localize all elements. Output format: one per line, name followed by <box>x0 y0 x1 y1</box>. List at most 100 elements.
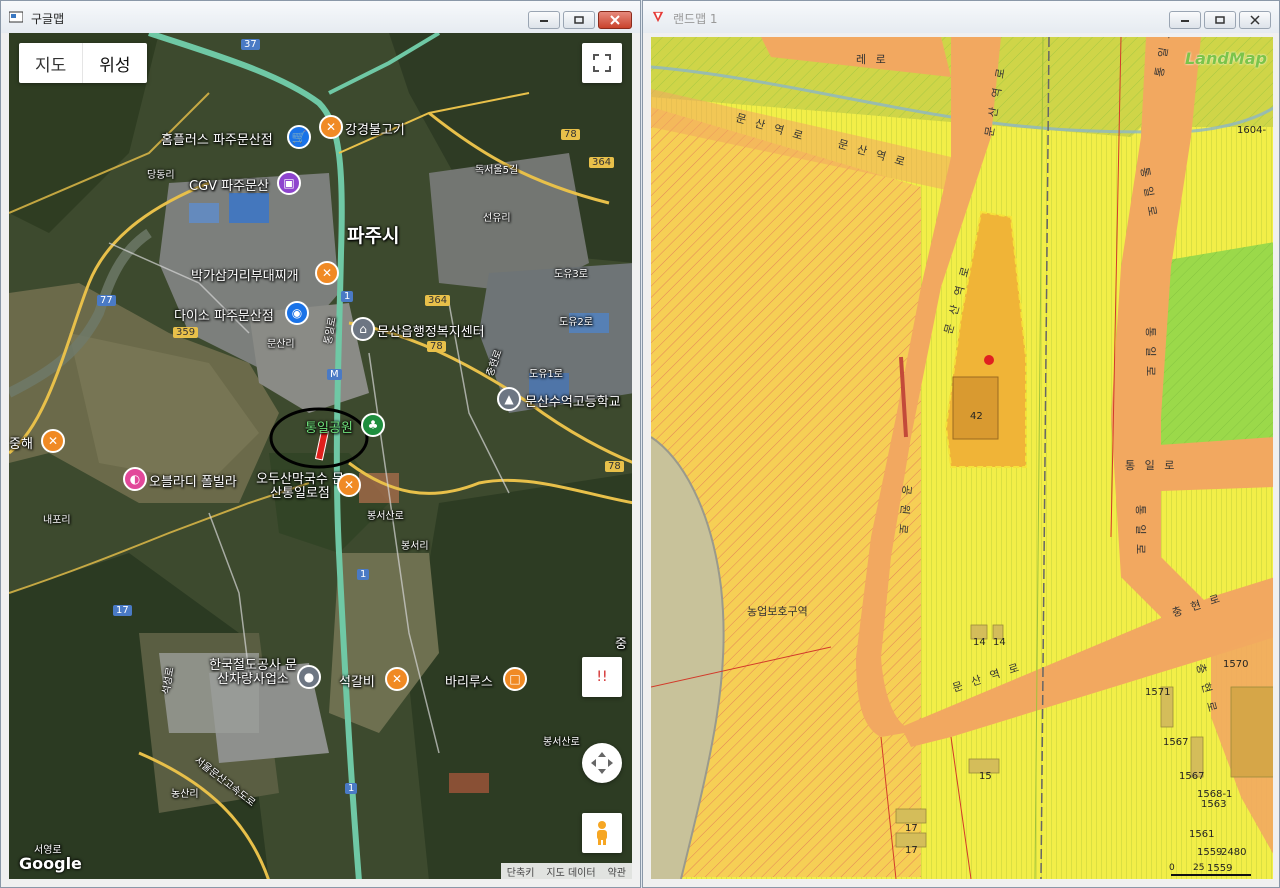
restaurant-icon[interactable]: ✕ <box>337 473 361 497</box>
map-label-seokgalbi[interactable]: 석갈비 <box>339 671 375 690</box>
map-label-seonyu: 선유리 <box>483 213 511 224</box>
transit-icon[interactable]: ● <box>297 665 321 689</box>
route-shield: 78 <box>605 461 624 472</box>
school-icon[interactable]: ▲ <box>497 387 521 411</box>
landmap-window: 랜드맵 1 LandMap 농업보호구역 레 로 문 산 역 로 문 산 역 로… <box>642 0 1280 888</box>
map-label-bongseo: 봉서리 <box>401 541 429 552</box>
close-icon <box>610 15 620 25</box>
restaurant-icon[interactable]: ✕ <box>315 261 339 285</box>
pan-control[interactable] <box>582 743 622 783</box>
maximize-button[interactable] <box>1204 11 1236 29</box>
shortcuts-link[interactable]: 단축키 <box>501 863 541 879</box>
map-label-cgv[interactable]: CGV 파주문산 <box>189 175 269 194</box>
lodging-icon[interactable]: ◐ <box>123 467 147 491</box>
restaurant-icon[interactable]: ✕ <box>385 667 409 691</box>
satellite-map[interactable]: 파주시 홈플러스 파주문산점 강경불고기 CGV 파주문산 박가삼거리부대찌개 … <box>9 33 632 879</box>
route-shield: 17 <box>113 605 132 616</box>
fullscreen-button[interactable] <box>582 43 622 83</box>
map-label-junghae[interactable]: 중해 <box>9 433 33 452</box>
restaurant-icon[interactable]: ✕ <box>319 115 343 139</box>
scale-start: 0 <box>1169 863 1175 873</box>
terms-link[interactable]: 약관 <box>602 863 632 879</box>
route-shield: 359 <box>173 327 199 338</box>
maximize-icon <box>1215 16 1225 24</box>
title-bar[interactable]: 랜드맵 1 <box>643 1 1279 33</box>
attribution-bar: 단축키 지도 데이터 약관 <box>500 863 632 879</box>
map-label-odusan[interactable]: 오두산막국수 문산통일로점 <box>255 473 345 501</box>
map-label-doyu3: 도유3로 <box>554 269 588 280</box>
government-icon[interactable]: ⌂ <box>351 317 375 341</box>
parcel-number[interactable]: 1570 <box>1223 659 1248 670</box>
map-label-munsan-ri: 문산리 <box>267 339 295 350</box>
parcel-number[interactable]: 2480 <box>1221 847 1246 858</box>
minimize-button[interactable] <box>528 11 560 29</box>
road-label: 통 일 로 <box>1134 504 1148 558</box>
minimize-icon <box>1181 20 1189 22</box>
map-type-satellite-button[interactable]: 위성 <box>82 43 146 83</box>
fullscreen-icon <box>593 54 611 72</box>
map-label-bakga[interactable]: 박가삼거리부대찌개 <box>191 265 299 284</box>
map-label-munsan-high[interactable]: 문산수억고등학교 <box>525 391 621 410</box>
cafe-icon[interactable]: □ <box>503 667 527 691</box>
map-label-tongil-park[interactable]: 통일공원 <box>305 417 353 436</box>
close-button[interactable] <box>1239 11 1271 29</box>
map-type-map-button[interactable]: 지도 <box>19 43 82 83</box>
road-label: 통 일 로 <box>1144 326 1158 380</box>
map-type-control: 지도 위성 <box>19 43 147 83</box>
map-label-doyu2: 도유2로 <box>559 317 593 328</box>
parcel-number[interactable]: 1567 <box>1163 737 1188 748</box>
error-badge[interactable]: !! <box>582 657 622 697</box>
map-label-bariru[interactable]: 바리루스 <box>445 671 493 690</box>
shopping-cart-icon[interactable]: 🛒 <box>287 125 311 149</box>
parcel-number[interactable]: 17 <box>905 845 918 856</box>
road-label: 레 로 <box>856 53 889 66</box>
route-shield: 1 <box>357 569 370 580</box>
route-shield: M <box>327 369 342 380</box>
park-icon[interactable]: ♣ <box>361 413 385 437</box>
parcel-number[interactable]: 1559 <box>1197 847 1222 858</box>
maximize-button[interactable] <box>563 11 595 29</box>
restaurant-icon[interactable]: ✕ <box>41 429 65 453</box>
parcel-number[interactable]: 14 <box>993 637 1006 648</box>
app-icon <box>9 11 23 23</box>
route-shield: 1 <box>341 291 354 302</box>
parcel-number[interactable]: 42 <box>970 411 983 422</box>
parcel-number[interactable]: 1567 <box>1179 771 1204 782</box>
parcel-number[interactable]: 14 <box>973 637 986 648</box>
close-button[interactable] <box>598 11 632 29</box>
shop-icon[interactable]: ◉ <box>285 301 309 325</box>
cinema-icon[interactable]: ▣ <box>277 171 301 195</box>
parcel-number[interactable]: 1561 <box>1189 829 1214 840</box>
parcel-number[interactable]: 1604- <box>1237 125 1266 136</box>
parcel-number[interactable]: 1559 <box>1207 863 1232 874</box>
route-shield: 37 <box>241 39 260 50</box>
title-bar[interactable]: 구글맵 <box>1 1 640 33</box>
map-label-munsan-office[interactable]: 문산읍행정복지센터 <box>377 321 485 340</box>
zone-label: 농업보호구역 <box>747 605 808 618</box>
route-shield: 364 <box>425 295 451 306</box>
minimize-button[interactable] <box>1169 11 1201 29</box>
maximize-icon <box>574 16 584 24</box>
parcel-number[interactable]: 1563 <box>1201 799 1226 810</box>
landmap-logo: LandMap <box>1184 49 1267 68</box>
landmap-map[interactable]: LandMap 농업보호구역 레 로 문 산 역 로 문 산 역 로 문 산 역… <box>651 37 1273 879</box>
map-label-oblady[interactable]: 오블라디 폴빌라 <box>149 471 237 490</box>
map-label-korail[interactable]: 한국철도공사 문산차량사업소 <box>205 659 301 687</box>
map-label-gangyeong[interactable]: 강경불고기 <box>345 119 405 138</box>
map-data-link[interactable]: 지도 데이터 <box>540 863 601 879</box>
route-shield: 364 <box>589 157 615 168</box>
map-label-nongsan: 농산리 <box>171 789 199 800</box>
map-label-daiso[interactable]: 다이소 파주문산점 <box>174 305 274 324</box>
close-icon <box>1250 15 1260 25</box>
window-title: 랜드맵 1 <box>673 12 718 26</box>
parcel-number[interactable]: 15 <box>979 771 992 782</box>
parcel-number[interactable]: 1571 <box>1145 687 1170 698</box>
parcel-number[interactable]: 17 <box>905 823 918 834</box>
pegman-icon <box>597 821 607 845</box>
street-view-button[interactable] <box>582 813 622 853</box>
google-logo: Google <box>19 854 82 873</box>
map-label-joong: 중 <box>615 637 627 652</box>
map-label-bongseo-ro: 봉서산로 <box>367 511 404 522</box>
map-label-homeplus[interactable]: 홈플러스 파주문산점 <box>161 129 273 148</box>
minimize-icon <box>540 20 548 22</box>
